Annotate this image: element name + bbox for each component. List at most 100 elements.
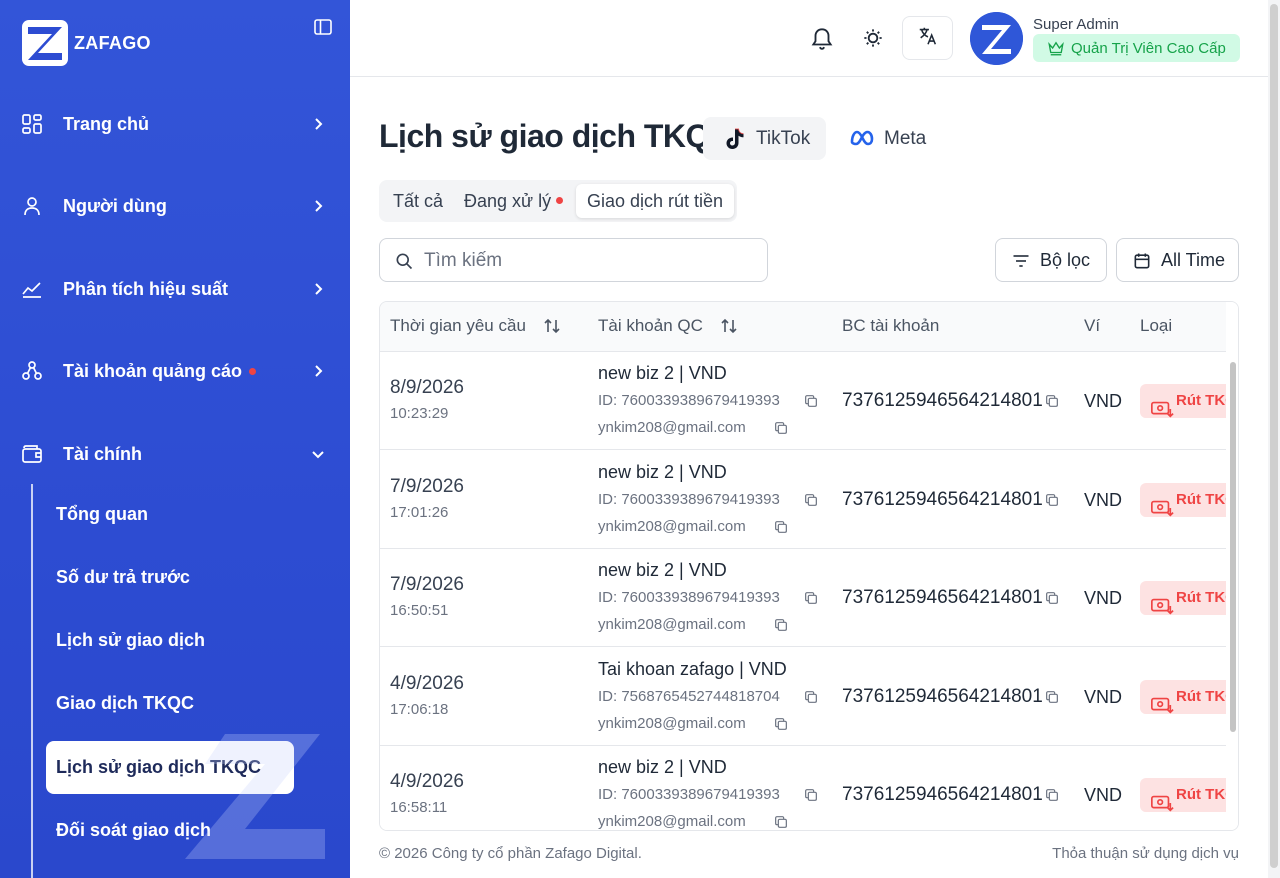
submenu-item-prepaid-balance[interactable]: Số dư trả trước bbox=[56, 562, 190, 592]
dashboard-icon bbox=[20, 112, 44, 136]
submenu-item-ad-transactions[interactable]: Giao dịch TKQC bbox=[56, 688, 194, 718]
sidebar-item-home[interactable]: Trang chủ bbox=[0, 104, 350, 144]
tab-tiktok[interactable]: TikTok bbox=[703, 117, 826, 160]
copy-icon[interactable] bbox=[803, 393, 819, 409]
ad-account-name: new biz 2 | VND bbox=[598, 363, 727, 383]
tiktok-icon bbox=[723, 127, 745, 157]
wallet-currency: VND bbox=[1084, 686, 1123, 707]
page-scrollbar-thumb[interactable] bbox=[1270, 4, 1278, 868]
ad-account-id: ID: 7600339389679419393 bbox=[598, 786, 780, 803]
zafago-logo-icon bbox=[22, 20, 68, 66]
submenu-item-overview[interactable]: Tổng quan bbox=[56, 499, 148, 529]
copy-icon[interactable] bbox=[803, 787, 819, 803]
copy-icon[interactable] bbox=[803, 689, 819, 705]
request-time: 17:01:26 bbox=[390, 503, 449, 521]
wallet-currency: VND bbox=[1084, 391, 1123, 411]
sidebar-collapse-icon[interactable] bbox=[313, 17, 333, 37]
copy-icon[interactable] bbox=[773, 617, 789, 633]
type-badge: Rút TKQC bbox=[1140, 384, 1238, 418]
bc-account-id: 7376125946564214801 bbox=[842, 784, 1043, 805]
notification-dot bbox=[249, 368, 256, 375]
copy-icon[interactable] bbox=[773, 814, 789, 830]
sidebar-item-performance[interactable]: Phân tích hiệu suất bbox=[0, 269, 350, 309]
bc-account-id: 7376125946564214801 bbox=[842, 587, 1043, 608]
copy-icon[interactable] bbox=[773, 519, 789, 535]
copy-icon[interactable] bbox=[1044, 787, 1060, 803]
sidebar-item-label: Trang chủ bbox=[63, 113, 150, 134]
brand-name: ZAFAGO bbox=[74, 32, 151, 53]
sort-icon bbox=[544, 318, 560, 334]
processing-dot bbox=[556, 197, 563, 204]
sidebar: ZAFAGO Trang chủ Người dùng Phân tích hi… bbox=[0, 0, 350, 878]
bell-icon[interactable] bbox=[809, 25, 835, 51]
tab-processing[interactable]: Đang xử lý bbox=[464, 184, 551, 218]
sidebar-item-users[interactable]: Người dùng bbox=[0, 186, 350, 226]
request-time: 16:50:51 bbox=[390, 602, 449, 619]
sun-icon[interactable] bbox=[860, 25, 886, 51]
account-email: ynkim208@gmail.com bbox=[598, 714, 746, 732]
sidebar-item-ad-accounts[interactable]: Tài khoản quảng cáo bbox=[0, 351, 350, 391]
filter-button[interactable]: Bộ lọc bbox=[995, 238, 1107, 282]
filter-icon bbox=[1013, 255, 1029, 267]
table-scrollbar-thumb[interactable] bbox=[1230, 362, 1236, 732]
column-ad-account[interactable]: Tài khoản QC bbox=[598, 316, 739, 336]
copyright: © 2026 Công ty cổ phần Zafago Digital. bbox=[379, 845, 642, 862]
ad-account-id: ID: 7600339389679419393 bbox=[598, 589, 780, 606]
request-date: 7/9/2026 bbox=[390, 475, 464, 497]
tab-withdrawal[interactable]: Giao dịch rút tiền bbox=[576, 184, 735, 218]
type-badge: Rút TKQC bbox=[1140, 581, 1238, 615]
table-row[interactable]: 8/9/2026 10:23:29 new biz 2 | VND ID: 76003… bbox=[380, 352, 1238, 450]
submenu-item-transaction-history[interactable]: Lịch sử giao dịch bbox=[56, 625, 205, 655]
sidebar-item-finance[interactable]: Tài chính bbox=[0, 434, 350, 474]
accounts-icon bbox=[20, 359, 44, 383]
copy-icon[interactable] bbox=[1044, 492, 1060, 508]
request-date: 7/9/2026 bbox=[390, 574, 464, 595]
column-bc-account: BC tài khoản bbox=[842, 316, 940, 335]
meta-icon bbox=[849, 128, 875, 154]
copy-icon[interactable] bbox=[1044, 689, 1060, 705]
column-wallet: Ví bbox=[1084, 316, 1101, 335]
request-date: 4/9/2026 bbox=[390, 672, 464, 694]
table-row[interactable]: 7/9/2026 17:01:26 new biz 2 | VND ID: 76003… bbox=[380, 450, 1238, 549]
column-request-time[interactable]: Thời gian yêu cầu bbox=[390, 316, 562, 336]
ad-account-name: Tai khoan zafago | VND bbox=[598, 658, 787, 679]
copy-icon[interactable] bbox=[773, 716, 789, 732]
wallet-currency: VND bbox=[1084, 785, 1123, 805]
tab-label: TikTok bbox=[756, 127, 811, 149]
role-label: Quản Trị Viên Cao Cấp bbox=[1071, 39, 1226, 57]
time-range-button[interactable]: All Time bbox=[1116, 238, 1239, 282]
crown-icon bbox=[1048, 41, 1064, 56]
chevron-right-icon bbox=[308, 361, 328, 381]
translate-button[interactable] bbox=[902, 16, 953, 60]
copy-icon[interactable] bbox=[1044, 393, 1060, 409]
copy-icon[interactable] bbox=[803, 492, 819, 508]
avatar[interactable] bbox=[970, 12, 1023, 65]
tab-all[interactable]: Tất cả bbox=[393, 184, 443, 218]
top-header: Super Admin Quản Trị Viên Cao Cấp bbox=[350, 0, 1268, 77]
search-box bbox=[379, 238, 768, 282]
copy-icon[interactable] bbox=[1044, 590, 1060, 606]
bc-account-id: 7376125946564214801 bbox=[842, 488, 1043, 510]
wallet-currency: VND bbox=[1084, 489, 1123, 510]
table-row[interactable]: 4/9/2026 17:06:18 Tai khoan zafago | VND ID… bbox=[380, 647, 1238, 746]
copy-icon[interactable] bbox=[773, 420, 789, 436]
request-date: 8/9/2026 bbox=[390, 377, 464, 398]
brand-logo[interactable]: ZAFAGO bbox=[22, 20, 151, 66]
table-row[interactable]: 7/9/2026 16:50:51 new biz 2 | VND ID: 76003… bbox=[380, 549, 1238, 647]
terms-link[interactable]: Thỏa thuận sử dụng dịch vụ bbox=[1052, 845, 1239, 862]
user-name: Super Admin bbox=[1033, 16, 1119, 33]
request-time: 17:06:18 bbox=[390, 700, 449, 718]
tab-meta[interactable]: Meta bbox=[839, 117, 939, 160]
calendar-icon bbox=[1134, 253, 1150, 269]
ad-account-name: new biz 2 | VND bbox=[598, 461, 727, 482]
request-time: 10:23:29 bbox=[390, 405, 449, 422]
account-email: ynkim208@gmail.com bbox=[598, 517, 746, 535]
account-email: ynkim208@gmail.com bbox=[598, 616, 746, 633]
column-label: Tài khoản QC bbox=[598, 316, 703, 335]
search-input[interactable] bbox=[424, 247, 754, 275]
wallet-icon bbox=[20, 442, 44, 466]
table-row[interactable]: 4/9/2026 16:58:11 new biz 2 | VND ID: 76003… bbox=[380, 746, 1238, 830]
copy-icon[interactable] bbox=[803, 590, 819, 606]
chevron-down-icon bbox=[308, 444, 328, 464]
ad-account-id: ID: 7600339389679419393 bbox=[598, 392, 780, 409]
